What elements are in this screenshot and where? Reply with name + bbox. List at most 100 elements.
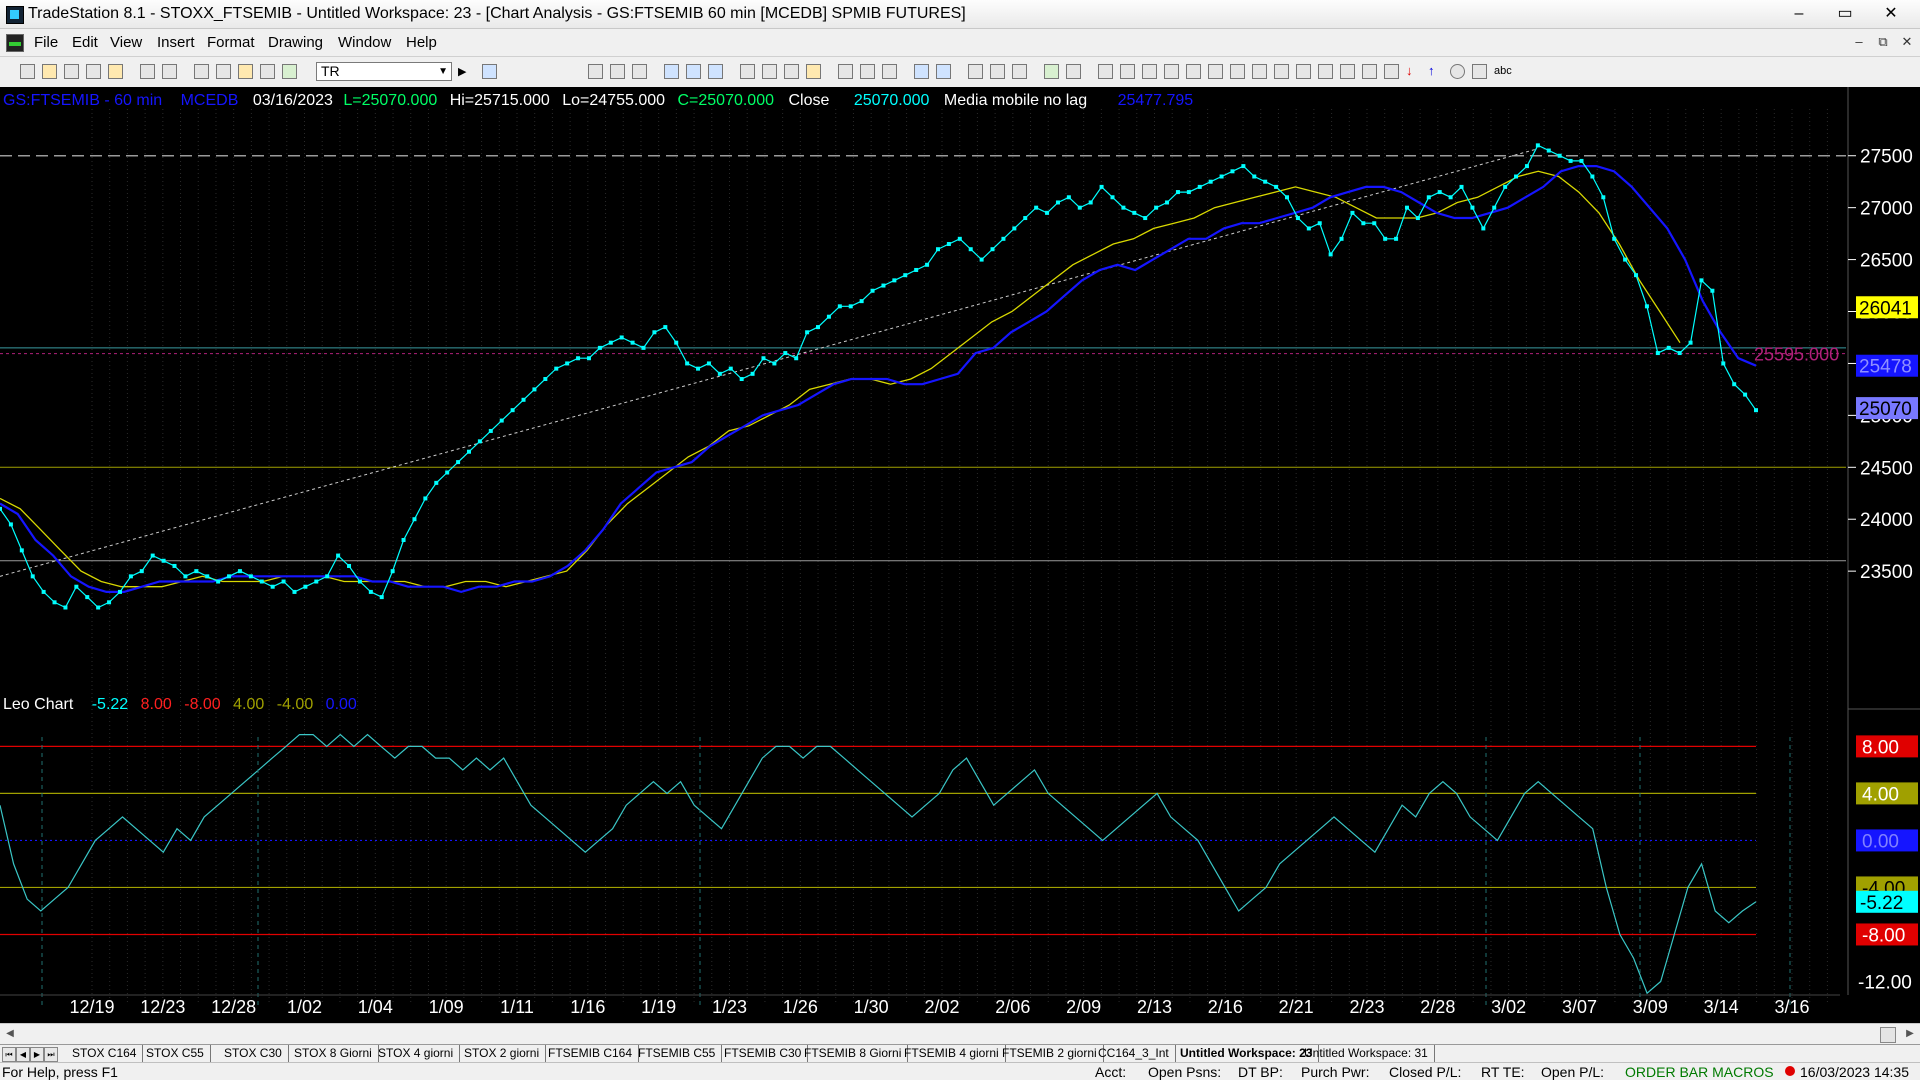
zoom-out-icon[interactable] xyxy=(936,64,951,79)
chart-compare-icon[interactable] xyxy=(708,64,723,79)
workspace-tab[interactable]: STOX C30 xyxy=(214,1045,289,1062)
play-arrow-icon[interactable]: ▶ xyxy=(458,65,473,80)
price-bar[interactable] xyxy=(314,579,319,584)
price-bar[interactable] xyxy=(1077,205,1082,210)
price-bar[interactable] xyxy=(586,356,591,361)
ticks-icon[interactable] xyxy=(860,64,875,79)
arrow-up-icon[interactable]: ↑ xyxy=(1428,63,1443,78)
mdi-close-button[interactable]: ✕ xyxy=(1896,32,1918,52)
price-bar[interactable] xyxy=(8,522,13,527)
palette-icon[interactable] xyxy=(282,64,297,79)
scrollbar-thumb[interactable] xyxy=(1880,1027,1896,1043)
price-bar[interactable] xyxy=(0,506,2,511)
price-bar[interactable] xyxy=(1503,184,1508,189)
price-bar[interactable] xyxy=(128,574,133,579)
price-bar[interactable] xyxy=(979,257,984,262)
price-bar[interactable] xyxy=(696,366,701,371)
price-bar[interactable] xyxy=(1143,216,1148,221)
price-bar[interactable] xyxy=(466,449,471,454)
price-bar[interactable] xyxy=(139,569,144,574)
price-bar[interactable] xyxy=(1328,252,1333,257)
price-bar[interactable] xyxy=(259,579,264,584)
pencil-icon[interactable] xyxy=(1362,64,1377,79)
price-bar[interactable] xyxy=(532,387,537,392)
window-cascade-icon[interactable] xyxy=(216,64,231,79)
price-bar[interactable] xyxy=(150,553,155,558)
price-bar[interactable] xyxy=(1023,216,1028,221)
price-bar[interactable] xyxy=(1437,190,1442,195)
price-bar[interactable] xyxy=(488,428,493,433)
workspace-tab[interactable]: STOX C164 xyxy=(62,1045,144,1062)
price-bar[interactable] xyxy=(870,288,875,293)
workspace-tab[interactable]: FTSEMIB 2 giorni xyxy=(992,1045,1104,1062)
price-bar[interactable] xyxy=(1688,340,1693,345)
scroll-left-icon[interactable]: ◀ xyxy=(2,1026,18,1042)
price-bar[interactable] xyxy=(1404,205,1409,210)
horizontal-scrollbar[interactable]: ◀ ▶ xyxy=(0,1023,1920,1045)
workspace-tab[interactable]: STOX 8 Giorni xyxy=(284,1045,379,1062)
price-bar[interactable] xyxy=(1361,221,1366,226)
crosshair-icon[interactable] xyxy=(990,64,1005,79)
insert-indicator-icon[interactable] xyxy=(1044,64,1059,79)
price-bar[interactable] xyxy=(336,553,341,558)
save-icon[interactable] xyxy=(64,64,79,79)
price-bar[interactable] xyxy=(859,299,864,304)
price-bar[interactable] xyxy=(117,589,122,594)
tab-last-icon[interactable]: ⏭ xyxy=(44,1047,58,1062)
price-bar[interactable] xyxy=(216,579,221,584)
price-bar[interactable] xyxy=(19,548,24,553)
price-bar[interactable] xyxy=(674,340,679,345)
print-icon[interactable] xyxy=(162,64,177,79)
bars-icon[interactable] xyxy=(838,64,853,79)
price-bar[interactable] xyxy=(1644,304,1649,309)
format-icon[interactable] xyxy=(1066,64,1081,79)
menu-help[interactable]: Help xyxy=(406,34,437,51)
workspace-tab[interactable]: FTSEMIB C164 xyxy=(538,1045,640,1062)
tools-icon[interactable] xyxy=(1012,64,1027,79)
zoom-in-icon[interactable] xyxy=(914,64,929,79)
price-bar[interactable] xyxy=(1710,288,1715,293)
new-file-icon[interactable] xyxy=(20,64,35,79)
price-bar[interactable] xyxy=(1415,216,1420,221)
price-bar[interactable] xyxy=(826,314,831,319)
price-bar[interactable] xyxy=(1350,210,1355,215)
maximize-button[interactable]: ▭ xyxy=(1822,0,1868,28)
workspace-tab[interactable]: STOX C55 xyxy=(136,1045,211,1062)
minimize-button[interactable]: – xyxy=(1776,0,1822,28)
price-bar[interactable] xyxy=(1568,158,1573,163)
vertical-line-icon[interactable] xyxy=(1120,64,1135,79)
price-bar[interactable] xyxy=(728,366,733,371)
oscillator-line[interactable] xyxy=(0,733,1757,995)
price-bar[interactable] xyxy=(74,584,79,589)
grid-icon[interactable] xyxy=(588,64,603,79)
price-bar[interactable] xyxy=(281,579,286,584)
price-bar[interactable] xyxy=(805,330,810,335)
pointer-icon[interactable] xyxy=(968,64,983,79)
price-bar[interactable] xyxy=(183,574,188,579)
price-bar[interactable] xyxy=(1208,179,1213,184)
open-folder-icon[interactable] xyxy=(42,64,57,79)
menu-window[interactable]: Window xyxy=(338,34,391,51)
price-bar[interactable] xyxy=(445,470,450,475)
price-bar[interactable] xyxy=(717,371,722,376)
new-window-icon[interactable] xyxy=(86,64,101,79)
price-bar[interactable] xyxy=(1394,236,1399,241)
price-line[interactable] xyxy=(0,144,1757,609)
tab-prev-icon[interactable]: ◀ xyxy=(16,1047,30,1062)
price-bar[interactable] xyxy=(172,563,177,568)
cycle-icon[interactable] xyxy=(1340,64,1355,79)
price-bar[interactable] xyxy=(248,574,253,579)
price-bar[interactable] xyxy=(837,304,842,309)
price-bar[interactable] xyxy=(1121,205,1126,210)
workspace-tab[interactable]: CC164_3_Int xyxy=(1088,1045,1176,1062)
price-bar[interactable] xyxy=(630,340,635,345)
price-bar[interactable] xyxy=(794,356,799,361)
price-bar[interactable] xyxy=(477,439,482,444)
price-bar[interactable] xyxy=(1557,153,1562,158)
menu-file[interactable]: File xyxy=(34,34,58,51)
price-bar[interactable] xyxy=(368,589,373,594)
arc-icon[interactable] xyxy=(1296,64,1311,79)
binoculars-icon[interactable] xyxy=(482,64,497,79)
chart-icon[interactable] xyxy=(664,64,679,79)
price-bar[interactable] xyxy=(1590,174,1595,179)
